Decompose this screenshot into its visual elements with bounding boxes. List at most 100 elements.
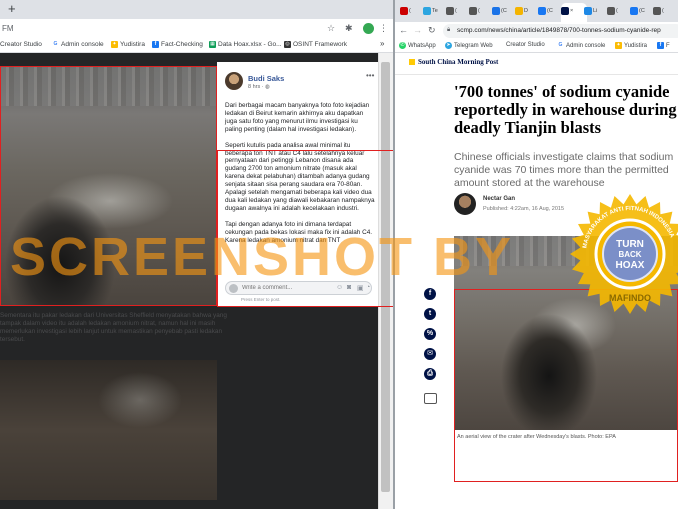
bookmark-creator-studio[interactable]: Creator Studio bbox=[506, 42, 545, 48]
comment-box[interactable]: ☺ ◙ ▣ ◔ bbox=[225, 281, 372, 295]
left-bookmarks-bar: Creator Studio G Admin console ✦ Yudistira… bbox=[0, 39, 393, 53]
back-arrow-icon[interactable]: ← bbox=[399, 25, 408, 36]
gif-icon[interactable]: ▣ bbox=[357, 284, 364, 292]
tab-label: ( bbox=[662, 8, 664, 14]
bookmark-facebook[interactable]: fF bbox=[657, 42, 670, 49]
camera-icon[interactable]: ◙ bbox=[347, 284, 351, 291]
profile-avatar-icon[interactable] bbox=[363, 23, 374, 34]
bookmark-admin-console[interactable]: G Admin console bbox=[557, 42, 605, 49]
sheets-icon: ▦ bbox=[209, 41, 216, 48]
author-avatar[interactable] bbox=[454, 193, 476, 215]
tab-favicon-icon bbox=[423, 7, 431, 15]
tab-label: ( bbox=[616, 8, 618, 14]
scmp-logo[interactable]: South China Morning Post bbox=[409, 58, 498, 66]
facebook-icon: f bbox=[152, 41, 159, 48]
bookmark-yudistira[interactable]: ✦ Yudistira bbox=[615, 42, 647, 49]
url-text[interactable]: scmp.com/news/china/article/1849878/700-… bbox=[457, 27, 661, 34]
forward-arrow-icon[interactable]: → bbox=[413, 25, 422, 36]
bookmark-osint-framework[interactable]: ◎ OSINT Framework bbox=[284, 41, 347, 48]
tab-favicon-icon bbox=[446, 7, 454, 15]
reload-icon[interactable]: ↻ bbox=[428, 25, 436, 36]
bookmark-yudistira[interactable]: ✦ Yudistira bbox=[111, 41, 145, 48]
post-author-name[interactable]: Budi Saks bbox=[248, 74, 284, 83]
tab-label: (C bbox=[547, 8, 553, 14]
browser-tab[interactable]: (C bbox=[538, 5, 553, 17]
bookmark-whatsapp[interactable]: ✆ WhatsApp bbox=[399, 42, 436, 49]
tab-favicon-icon bbox=[538, 7, 546, 15]
tab-label: (C bbox=[501, 8, 507, 14]
more-options-icon[interactable]: ••• bbox=[366, 71, 374, 80]
post-photo-crater[interactable] bbox=[0, 66, 217, 306]
left-scrollbar-thumb[interactable] bbox=[381, 62, 390, 492]
sticker-icon[interactable]: ◔ bbox=[366, 284, 370, 291]
browser-tab[interactable]: D bbox=[515, 5, 528, 17]
browser-tab[interactable]: (C bbox=[630, 5, 645, 17]
browser-tab[interactable]: ( bbox=[446, 5, 457, 17]
post-paragraph: Tapi dengan adanya foto ini dimana terda… bbox=[225, 220, 373, 244]
browser-tab[interactable]: Te bbox=[423, 5, 438, 17]
photo-caption-text: Sementara itu pakar ledakan dari Univers… bbox=[0, 312, 227, 343]
tab-favicon-icon bbox=[400, 7, 408, 15]
tab-label: ( bbox=[478, 8, 480, 14]
kebab-menu-icon[interactable]: ⋮ bbox=[379, 23, 388, 34]
author-avatar[interactable] bbox=[225, 72, 243, 90]
left-address-bar[interactable]: FM ☆ ✱ ⋮ bbox=[0, 19, 393, 39]
osint-icon: ◎ bbox=[284, 41, 291, 48]
bookmark-creator-studio[interactable]: Creator Studio bbox=[0, 41, 42, 48]
bookmark-fact-checking[interactable]: f Fact-Checking bbox=[152, 41, 203, 48]
tab-favicon-icon bbox=[492, 7, 500, 15]
google-icon: G bbox=[557, 42, 564, 49]
browser-tab[interactable]: × bbox=[561, 5, 573, 17]
tab-label: D bbox=[524, 8, 528, 14]
bookmarks-overflow-button[interactable]: » bbox=[380, 39, 384, 48]
post-paragraph: Seperti kutulis pada analisa awal minima… bbox=[225, 141, 375, 212]
article-photo-caption: An aerial view of the crater after Wedne… bbox=[457, 434, 616, 440]
left-url-text[interactable]: FM bbox=[2, 24, 14, 33]
tab-label: (C bbox=[639, 8, 645, 14]
bookmark-admin-console[interactable]: G Admin console bbox=[52, 41, 104, 48]
article-author[interactable]: Nectar Gan bbox=[483, 196, 515, 202]
right-tab-strip: ( Te ( ( (C D (C × Li ( (C ( bbox=[395, 0, 678, 22]
extensions-puzzle-icon[interactable]: ✱ bbox=[345, 23, 353, 34]
commenter-avatar bbox=[229, 284, 238, 293]
bookmark-data-hoax[interactable]: ▦ Data Hoax.xlsx - Go... bbox=[209, 41, 282, 48]
share-link-icon[interactable]: % bbox=[424, 328, 436, 340]
facebook-post-panel: Budi Saks 8 hrs · ◍ ••• Dari berbagai ma… bbox=[217, 62, 378, 306]
browser-tab[interactable]: ( bbox=[653, 5, 664, 17]
browser-tab[interactable]: Li bbox=[584, 5, 597, 17]
article-subheadline: Chinese officials investigate claims tha… bbox=[454, 151, 674, 189]
share-facebook-icon[interactable]: f bbox=[424, 288, 436, 300]
browser-tab[interactable]: (C bbox=[492, 5, 507, 17]
tab-favicon-icon bbox=[584, 7, 592, 15]
share-twitter-icon[interactable]: t bbox=[424, 308, 436, 320]
bookmark-star-icon[interactable]: ☆ bbox=[327, 23, 335, 34]
tab-favicon-icon bbox=[630, 7, 638, 15]
share-email-icon[interactable]: ✉ bbox=[424, 348, 436, 360]
bookmark-telegram[interactable]: ➤ Telegram Web bbox=[445, 42, 493, 49]
tab-favicon-icon bbox=[607, 7, 615, 15]
emoji-icon[interactable]: ☺ bbox=[336, 284, 343, 291]
comments-icon[interactable] bbox=[424, 393, 437, 404]
tab-label: × bbox=[570, 8, 574, 14]
article-photo-crater[interactable] bbox=[454, 236, 678, 430]
omnibox[interactable]: 🔒︎ scmp.com/news/china/article/1849878/7… bbox=[443, 24, 678, 38]
browser-tab[interactable]: ( bbox=[607, 5, 618, 17]
telegram-icon: ➤ bbox=[445, 42, 452, 49]
post-timestamp[interactable]: 8 hrs · ◍ bbox=[248, 84, 270, 90]
facebook-icon: f bbox=[657, 42, 664, 49]
comment-input[interactable] bbox=[242, 285, 332, 291]
share-print-icon[interactable]: ⎙ bbox=[424, 368, 436, 380]
browser-tab[interactable]: ( bbox=[469, 5, 480, 17]
article-published-date: Published: 4:22am, 16 Aug, 2015 bbox=[483, 206, 565, 212]
new-tab-button[interactable]: + bbox=[8, 2, 16, 16]
google-icon: G bbox=[52, 41, 59, 48]
yudistira-icon: ✦ bbox=[615, 42, 622, 49]
tab-label: ( bbox=[409, 8, 411, 14]
article-headline: '700 tonnes' of sodium cyanide reportedl… bbox=[454, 82, 677, 137]
whatsapp-icon: ✆ bbox=[399, 42, 406, 49]
browser-tab[interactable]: ( bbox=[400, 5, 411, 17]
tab-favicon-icon bbox=[515, 7, 523, 15]
scmp-logo-mark-icon bbox=[409, 59, 415, 65]
left-tab-strip: + bbox=[0, 0, 393, 19]
post-paragraph: Dari berbagai macam banyaknya foto foto … bbox=[225, 102, 370, 133]
